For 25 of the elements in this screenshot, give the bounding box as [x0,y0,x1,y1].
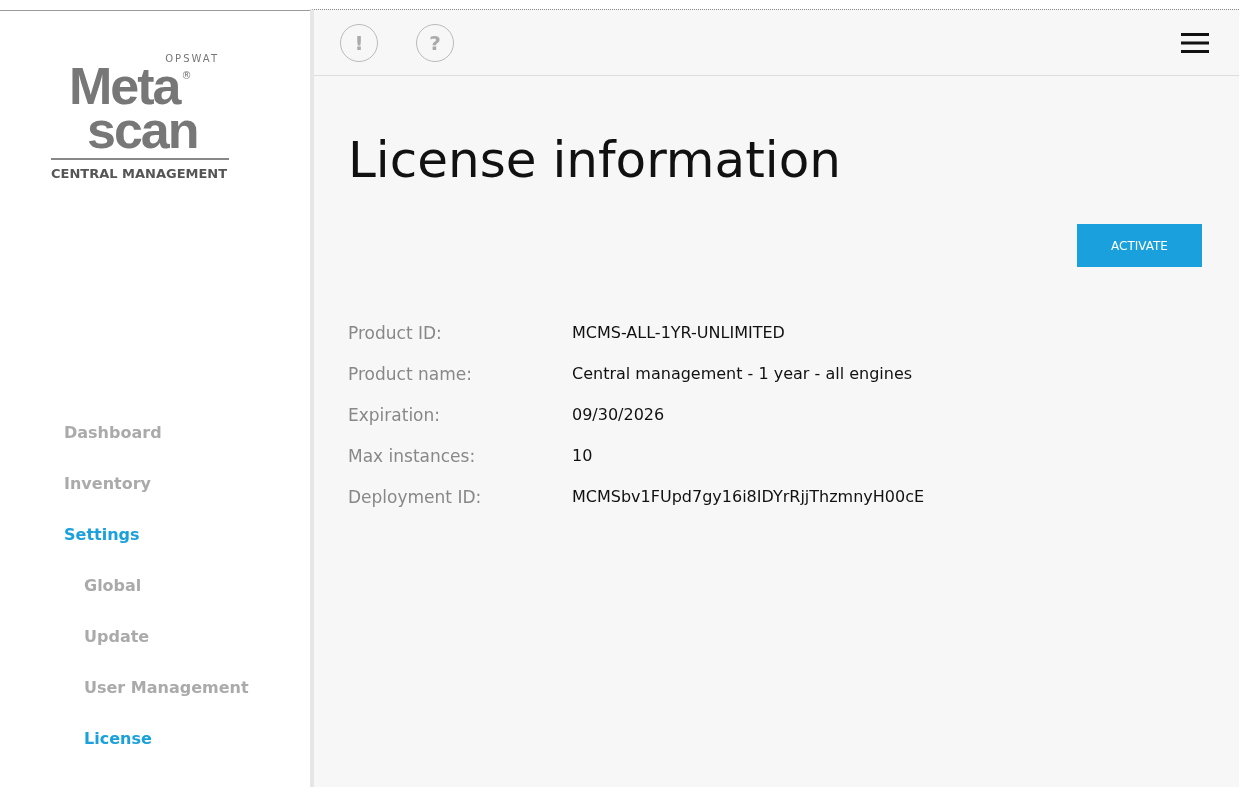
activate-button[interactable]: ACTIVATE [1077,224,1202,267]
nav-subitem[interactable]: Global [84,576,142,627]
field-label: Expiration: [348,404,441,426]
logo-wordmark: scan [87,108,198,152]
logo-wordmark: Meta [69,64,180,108]
logo-subtitle: CENTRAL MANAGEMENT [51,158,229,181]
field-value: 10 [572,445,594,467]
registered-mark: ® [181,70,192,81]
nav-subitem[interactable]: Update [84,627,150,678]
nav-subitem[interactable]: User Management [84,678,249,729]
nav-subitem[interactable]: License [84,729,152,780]
nav-item[interactable]: Inventory [64,474,151,525]
field-value: 09/30/2026 [572,404,666,426]
field-value: MCMS-ALL-1YR-UNLIMITED [572,322,786,344]
field-label: Max instances: [348,445,477,467]
field-value: MCMSbv1FUpd7gy16i8IDYrRjjThzmnyH00cE [572,486,925,508]
logo-brand: OPSWAT [165,53,219,64]
nav-item[interactable]: Dashboard [64,423,162,474]
field-value: Central management - 1 year - all engines [572,363,914,385]
menu-icon[interactable] [1181,32,1209,53]
field-label: Deployment ID: [348,486,483,508]
field-label: Product ID: [348,322,443,344]
field-label: Product name: [348,363,473,385]
nav-item[interactable]: Settings [64,525,140,576]
page-title: License information [348,130,842,190]
